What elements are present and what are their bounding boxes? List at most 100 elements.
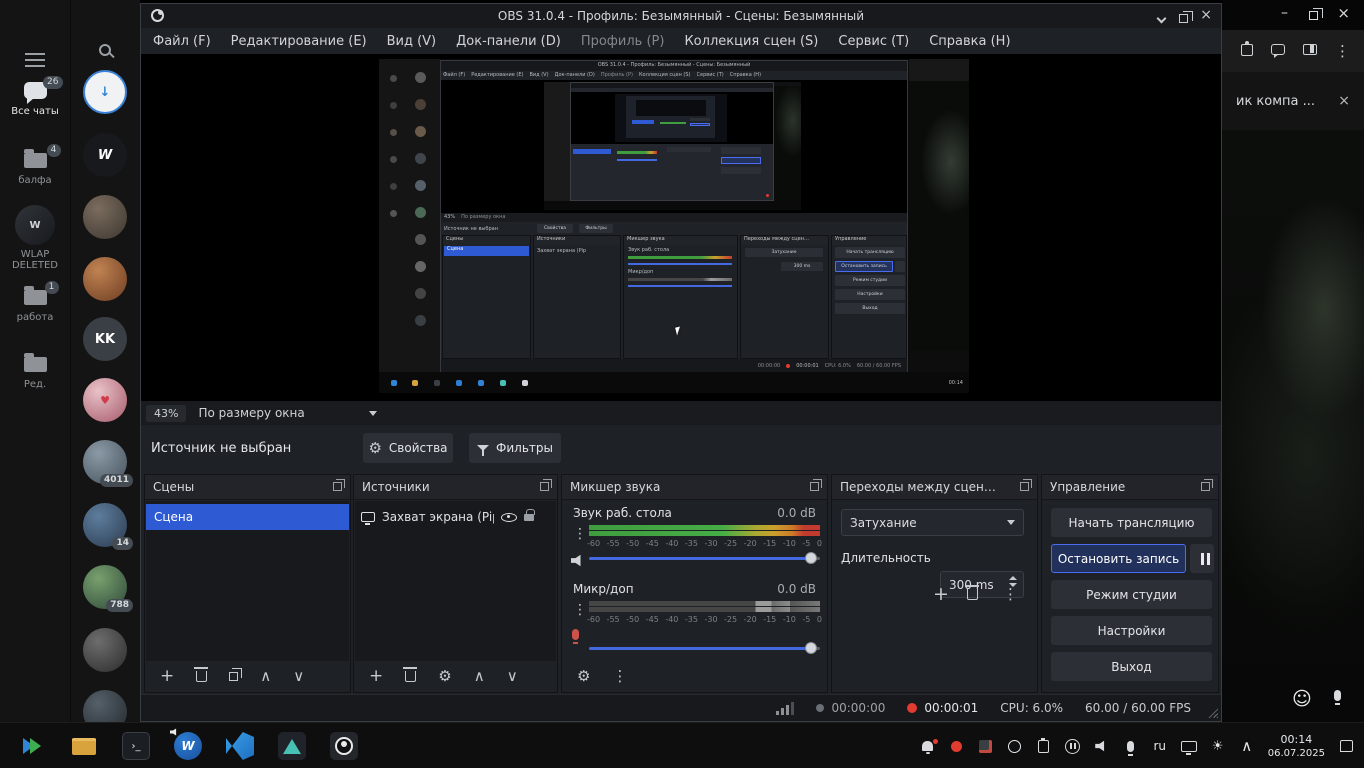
notifications-bell-icon[interactable]	[920, 741, 936, 751]
pause-recording-button[interactable]	[1190, 544, 1214, 573]
move-source-down-icon[interactable]: ∨	[507, 669, 518, 684]
tray-app-icon[interactable]	[978, 740, 994, 753]
display-tray-icon[interactable]	[1181, 741, 1197, 752]
preview-canvas[interactable]: OBS 31.0.4 - Профиль: Безымянный - Сцены…	[141, 54, 1221, 401]
menu-view[interactable]: Вид (V)	[377, 34, 447, 49]
chat-avatar[interactable]	[83, 195, 127, 239]
recording-indicator-icon[interactable]	[949, 741, 965, 752]
language-indicator[interactable]: ru	[1152, 739, 1168, 753]
obs-titlebar[interactable]: OBS 31.0.4 - Профиль: Безымянный - Сцены…	[141, 4, 1221, 28]
lock-icon[interactable]	[524, 514, 534, 521]
speaker-icon[interactable]	[571, 554, 585, 570]
arrows-launcher-icon[interactable]	[18, 732, 46, 760]
extensions-icon[interactable]	[1241, 44, 1253, 59]
duplicate-scene-icon[interactable]	[229, 672, 238, 681]
wlap-app-icon[interactable]: W	[174, 732, 202, 760]
file-explorer-icon[interactable]	[70, 732, 98, 760]
emoji-reactions-icon[interactable]: ☺	[1292, 688, 1312, 710]
slider-track[interactable]	[589, 557, 820, 560]
popout-icon[interactable]	[1020, 482, 1029, 491]
minimize-window-icon[interactable]: –	[1281, 5, 1288, 21]
dock-header[interactable]: Управление	[1042, 475, 1218, 500]
popout-icon[interactable]	[1201, 482, 1210, 491]
sidebar-toggle-icon[interactable]	[1303, 44, 1317, 58]
filters-button[interactable]: Фильтры	[469, 433, 561, 463]
properties-button[interactable]: ⚙ Свойства	[363, 433, 453, 463]
resize-grip[interactable]	[1207, 707, 1218, 718]
dock-header[interactable]: Переходы между сцен…	[832, 475, 1037, 500]
settings-button[interactable]: Настройки	[1051, 616, 1212, 645]
remove-scene-icon[interactable]	[196, 671, 207, 682]
collapse-window-icon[interactable]	[1158, 11, 1165, 25]
folder-rabota[interactable]: 1 работа	[0, 285, 70, 323]
menu-edit[interactable]: Редактирование (E)	[221, 34, 377, 49]
remove-transition-icon[interactable]	[967, 589, 978, 600]
microphone-icon[interactable]	[1334, 690, 1341, 704]
pause-circle-icon[interactable]	[1065, 739, 1081, 754]
dock-header[interactable]: Микшер звука	[562, 475, 827, 500]
move-scene-up-icon[interactable]: ∧	[260, 669, 271, 684]
folder-all-chats[interactable]: 26 Все чаты	[0, 82, 70, 117]
move-scene-down-icon[interactable]: ∨	[293, 669, 304, 684]
hidden-icons-chevron[interactable]: ∧	[1239, 739, 1255, 754]
chat-avatar[interactable]	[83, 257, 127, 301]
dock-header[interactable]: Источники	[354, 475, 557, 500]
channel-menu-kebab-icon[interactable]: ⋮	[573, 527, 587, 541]
mic-muted-icon[interactable]	[572, 629, 579, 643]
restore-window-icon[interactable]	[1179, 12, 1188, 26]
volume-slider[interactable]	[589, 641, 820, 655]
chat-avatar[interactable]: 14	[83, 503, 127, 547]
chat-avatar[interactable]: ↓	[83, 70, 127, 114]
chat-avatar[interactable]	[83, 628, 127, 672]
vscode-icon[interactable]	[226, 732, 254, 760]
brightness-sun-icon[interactable]: ☀	[1210, 739, 1226, 754]
popout-icon[interactable]	[810, 482, 819, 491]
obs-taskbar-icon[interactable]	[330, 732, 358, 760]
source-properties-icon[interactable]: ⚙	[438, 669, 451, 684]
terminal-icon[interactable]: ›_	[122, 732, 150, 760]
add-scene-icon[interactable]: +	[160, 668, 174, 685]
mixer-menu-kebab-icon[interactable]: ⋮	[612, 669, 627, 684]
restore-window-icon[interactable]	[1309, 9, 1318, 23]
folder-balfa[interactable]: 4 балфа	[0, 148, 70, 186]
folder-red[interactable]: Ред.	[0, 352, 70, 390]
volume-slider[interactable]	[589, 551, 820, 565]
channel-menu-kebab-icon[interactable]: ⋮	[573, 603, 587, 617]
exit-button[interactable]: Выход	[1051, 652, 1212, 681]
microphone-tray-icon[interactable]	[1123, 741, 1139, 752]
menu-docks[interactable]: Док-панели (D)	[446, 34, 571, 49]
slider-track[interactable]	[589, 647, 820, 650]
stop-recording-button[interactable]: Остановить запись	[1051, 544, 1186, 573]
close-video-icon[interactable]: ×	[1338, 93, 1350, 109]
start-streaming-button[interactable]: Начать трансляцию	[1051, 508, 1212, 537]
action-center-icon[interactable]	[1338, 740, 1354, 752]
studio-mode-button[interactable]: Режим студии	[1051, 580, 1212, 609]
source-row[interactable]: Захват экрана (Pip	[355, 504, 556, 530]
move-source-up-icon[interactable]: ∧	[474, 669, 485, 684]
menu-help[interactable]: Справка (H)	[919, 34, 1020, 49]
slider-knob[interactable]	[805, 642, 817, 654]
chat-avatar[interactable]: W	[83, 133, 127, 177]
chat-avatar[interactable]: 4011	[83, 440, 127, 484]
add-source-icon[interactable]: +	[369, 668, 383, 685]
add-transition-icon[interactable]: +	[933, 585, 949, 604]
volume-icon[interactable]	[1094, 740, 1110, 752]
dock-header[interactable]: Сцены	[145, 475, 350, 500]
chat-avatar[interactable]: KK	[83, 317, 127, 361]
advanced-audio-gear-icon[interactable]: ⚙	[577, 669, 590, 684]
remove-source-icon[interactable]	[405, 671, 416, 682]
hamburger-menu-icon[interactable]	[25, 44, 45, 58]
chat-avatar[interactable]: ♥	[83, 378, 127, 422]
slider-knob[interactable]	[805, 552, 817, 564]
transition-menu-kebab-icon[interactable]: ⋮	[1003, 587, 1018, 602]
popout-icon[interactable]	[333, 482, 342, 491]
popout-icon[interactable]	[540, 482, 549, 491]
overflow-menu-kebab-icon[interactable]: ⋮	[1335, 44, 1350, 59]
menu-file[interactable]: Файл (F)	[143, 34, 221, 49]
visibility-eye-icon[interactable]	[501, 513, 517, 522]
chat-avatar[interactable]: 788	[83, 565, 127, 609]
prism-app-icon[interactable]	[278, 732, 306, 760]
zoom-dropdown-caret[interactable]	[369, 411, 377, 416]
comments-icon[interactable]	[1271, 44, 1285, 58]
menu-scene-collection[interactable]: Коллекция сцен (S)	[674, 34, 828, 49]
